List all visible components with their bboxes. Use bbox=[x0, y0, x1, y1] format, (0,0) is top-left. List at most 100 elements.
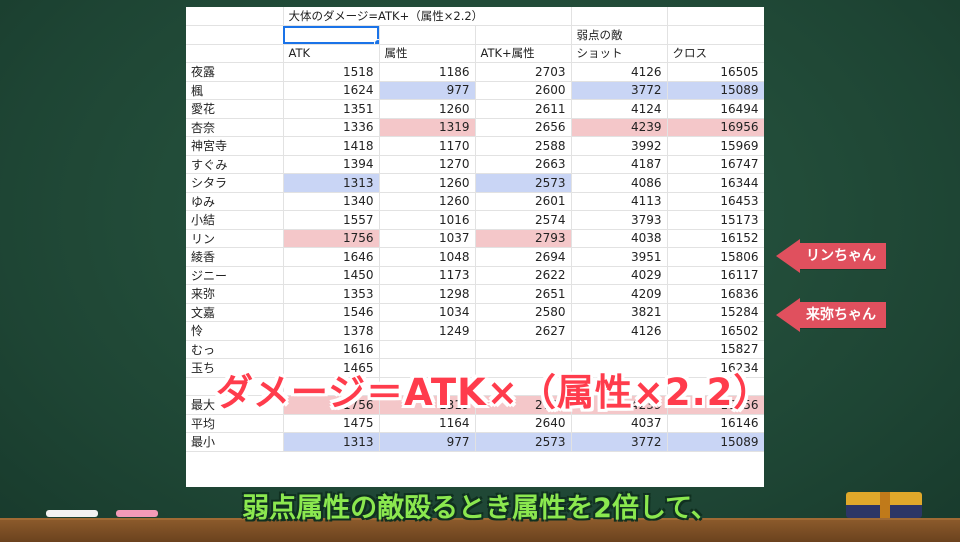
sheet-title[interactable]: 大体のダメージ=ATK+（属性×2.2） bbox=[283, 7, 572, 26]
value-cell[interactable]: 1270 bbox=[379, 155, 476, 174]
value-cell[interactable]: 1394 bbox=[283, 155, 380, 174]
cell[interactable] bbox=[571, 7, 668, 26]
value-cell[interactable]: 2703 bbox=[475, 62, 572, 82]
cell[interactable] bbox=[667, 7, 764, 26]
value-cell[interactable]: 3951 bbox=[571, 247, 668, 267]
value-cell[interactable]: 4209 bbox=[571, 284, 668, 304]
value-cell[interactable]: 1475 bbox=[283, 414, 380, 433]
value-cell[interactable] bbox=[475, 340, 572, 359]
row-name[interactable]: 怜 bbox=[186, 321, 284, 341]
value-cell[interactable]: 15089 bbox=[667, 432, 764, 452]
value-cell[interactable]: 977 bbox=[379, 432, 476, 452]
value-cell[interactable]: 16747 bbox=[667, 155, 764, 174]
value-cell[interactable]: 4239 bbox=[571, 118, 668, 137]
header-shot[interactable]: ショット bbox=[571, 44, 668, 63]
value-cell[interactable]: 977 bbox=[379, 81, 476, 100]
row-name[interactable]: ゆみ bbox=[186, 192, 284, 211]
value-cell[interactable]: 15806 bbox=[667, 247, 764, 267]
value-cell[interactable]: 4126 bbox=[571, 62, 668, 82]
value-cell[interactable]: 2656 bbox=[475, 118, 572, 137]
value-cell[interactable]: 1260 bbox=[379, 173, 476, 193]
header-atk[interactable]: ATK bbox=[283, 44, 380, 63]
value-cell[interactable]: 1260 bbox=[379, 192, 476, 211]
value-cell[interactable]: 3821 bbox=[571, 303, 668, 322]
row-name[interactable]: 最小 bbox=[186, 432, 284, 452]
value-cell[interactable]: 2640 bbox=[475, 414, 572, 433]
value-cell[interactable]: 4038 bbox=[571, 229, 668, 248]
value-cell[interactable]: 4124 bbox=[571, 99, 668, 119]
value-cell[interactable]: 16152 bbox=[667, 229, 764, 248]
value-cell[interactable]: 16836 bbox=[667, 284, 764, 304]
row-name[interactable]: リン bbox=[186, 229, 284, 248]
value-cell[interactable]: 1048 bbox=[379, 247, 476, 267]
cell[interactable] bbox=[186, 25, 284, 45]
value-cell[interactable]: 2611 bbox=[475, 99, 572, 119]
value-cell[interactable] bbox=[379, 340, 476, 359]
value-cell[interactable]: 2588 bbox=[475, 136, 572, 156]
value-cell[interactable]: 2793 bbox=[475, 229, 572, 248]
value-cell[interactable]: 2573 bbox=[475, 173, 572, 193]
value-cell[interactable]: 4126 bbox=[571, 321, 668, 341]
value-cell[interactable]: 1186 bbox=[379, 62, 476, 82]
value-cell[interactable]: 2601 bbox=[475, 192, 572, 211]
value-cell[interactable]: 1313 bbox=[283, 432, 380, 452]
value-cell[interactable]: 2580 bbox=[475, 303, 572, 322]
value-cell[interactable]: 3992 bbox=[571, 136, 668, 156]
value-cell[interactable]: 4187 bbox=[571, 155, 668, 174]
value-cell[interactable]: 1518 bbox=[283, 62, 380, 82]
value-cell[interactable]: 1313 bbox=[283, 173, 380, 193]
value-cell[interactable]: 1170 bbox=[379, 136, 476, 156]
value-cell[interactable]: 1624 bbox=[283, 81, 380, 100]
value-cell[interactable]: 15089 bbox=[667, 81, 764, 100]
row-name[interactable]: 愛花 bbox=[186, 99, 284, 119]
value-cell[interactable]: 1034 bbox=[379, 303, 476, 322]
value-cell[interactable]: 1418 bbox=[283, 136, 380, 156]
row-name[interactable]: ジニー bbox=[186, 266, 284, 285]
value-cell[interactable]: 16494 bbox=[667, 99, 764, 119]
value-cell[interactable]: 2573 bbox=[475, 432, 572, 452]
selected-cell[interactable] bbox=[283, 25, 380, 45]
cell[interactable] bbox=[475, 25, 572, 45]
value-cell[interactable]: 15284 bbox=[667, 303, 764, 322]
value-cell[interactable]: 1450 bbox=[283, 266, 380, 285]
value-cell[interactable]: 4113 bbox=[571, 192, 668, 211]
header-cross[interactable]: クロス bbox=[667, 44, 764, 63]
value-cell[interactable]: 1378 bbox=[283, 321, 380, 341]
value-cell[interactable]: 3793 bbox=[571, 210, 668, 230]
value-cell[interactable]: 1249 bbox=[379, 321, 476, 341]
cell[interactable] bbox=[667, 25, 764, 45]
value-cell[interactable]: 16502 bbox=[667, 321, 764, 341]
header-atk-plus-attribute[interactable]: ATK+属性 bbox=[475, 44, 572, 63]
weak-enemy-label[interactable]: 弱点の敵 bbox=[571, 25, 668, 45]
value-cell[interactable]: 15173 bbox=[667, 210, 764, 230]
value-cell[interactable]: 2651 bbox=[475, 284, 572, 304]
value-cell[interactable]: 16505 bbox=[667, 62, 764, 82]
value-cell[interactable]: 1164 bbox=[379, 414, 476, 433]
value-cell[interactable]: 15969 bbox=[667, 136, 764, 156]
value-cell[interactable]: 1351 bbox=[283, 99, 380, 119]
row-name[interactable]: すぐみ bbox=[186, 155, 284, 174]
value-cell[interactable]: 1340 bbox=[283, 192, 380, 211]
value-cell[interactable]: 4037 bbox=[571, 414, 668, 433]
row-name[interactable]: むっ bbox=[186, 340, 284, 359]
value-cell[interactable]: 1016 bbox=[379, 210, 476, 230]
cell[interactable] bbox=[186, 7, 284, 26]
value-cell[interactable]: 1298 bbox=[379, 284, 476, 304]
cell[interactable] bbox=[186, 44, 284, 63]
value-cell[interactable]: 1646 bbox=[283, 247, 380, 267]
value-cell[interactable]: 16344 bbox=[667, 173, 764, 193]
value-cell[interactable]: 3772 bbox=[571, 81, 668, 100]
value-cell[interactable]: 1336 bbox=[283, 118, 380, 137]
row-name[interactable]: シタラ bbox=[186, 173, 284, 193]
row-name[interactable]: 夜露 bbox=[186, 62, 284, 82]
value-cell[interactable]: 3772 bbox=[571, 432, 668, 452]
row-name[interactable]: 文嘉 bbox=[186, 303, 284, 322]
value-cell[interactable]: 16117 bbox=[667, 266, 764, 285]
row-name[interactable]: 綾香 bbox=[186, 247, 284, 267]
row-name[interactable]: 神宮寺 bbox=[186, 136, 284, 156]
header-attribute[interactable]: 属性 bbox=[379, 44, 476, 63]
value-cell[interactable]: 2600 bbox=[475, 81, 572, 100]
value-cell[interactable]: 1353 bbox=[283, 284, 380, 304]
fill-handle[interactable] bbox=[373, 38, 378, 44]
value-cell[interactable] bbox=[571, 340, 668, 359]
